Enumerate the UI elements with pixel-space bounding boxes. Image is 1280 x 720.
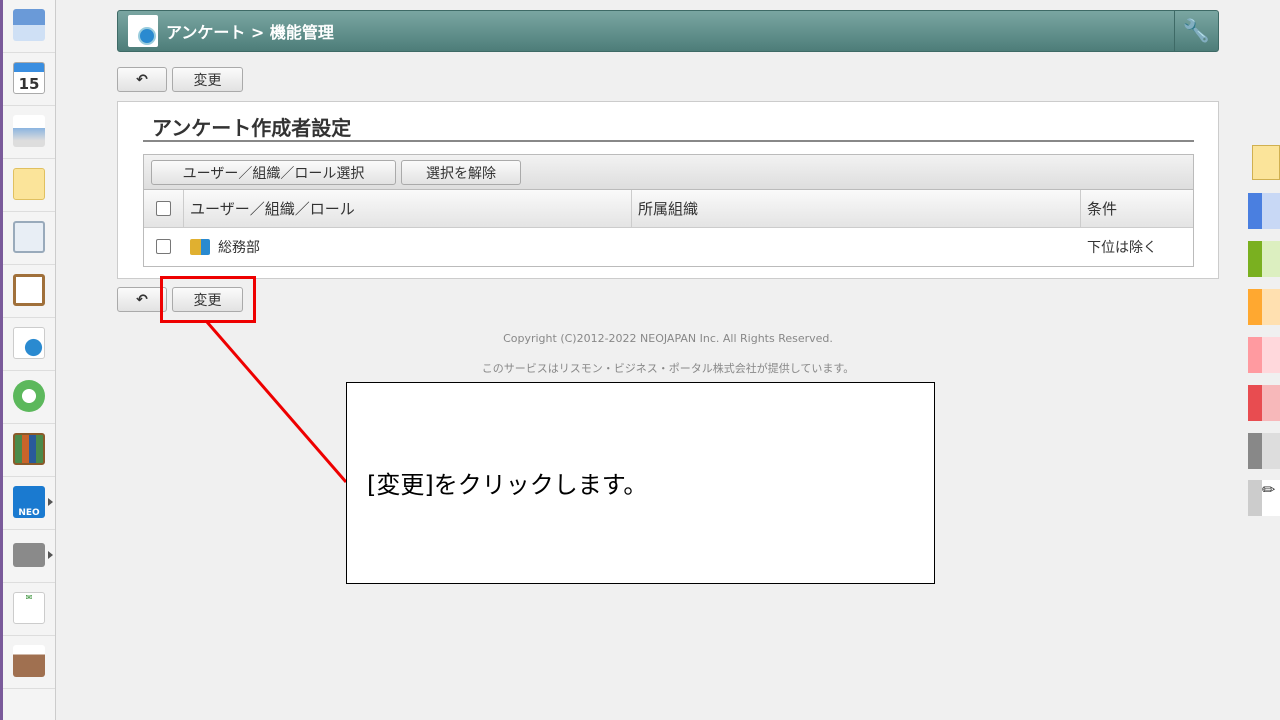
pencil-edit-button[interactable]: ✏ (1248, 480, 1280, 516)
color-tab-pink[interactable] (1248, 337, 1280, 373)
color-tab-red[interactable] (1248, 385, 1280, 421)
callout-line (205, 321, 348, 483)
callout-pointer (205, 321, 348, 483)
color-tab-orange[interactable] (1248, 289, 1280, 325)
pencil-icon: ✏ (1262, 480, 1280, 516)
sticky-note-icon[interactable] (1252, 145, 1280, 180)
callout-text: [変更]をクリックします。 (367, 471, 648, 499)
color-tab-gray[interactable] (1248, 433, 1280, 469)
color-tab-blue[interactable] (1248, 193, 1280, 229)
instruction-callout: [変更]をクリックします。 (346, 382, 935, 584)
color-tab-green[interactable] (1248, 241, 1280, 277)
